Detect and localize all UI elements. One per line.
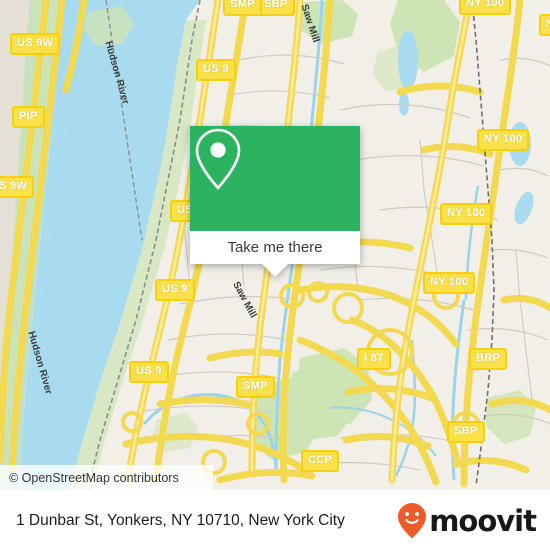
road-shield[interactable]: NY 100: [423, 272, 476, 294]
road-shield[interactable]: US 9: [196, 59, 236, 81]
road-shield[interactable]: I 87: [357, 348, 391, 370]
road-shield[interactable]: US 9: [129, 361, 169, 383]
take-me-there-button[interactable]: Take me there: [190, 231, 360, 264]
road-shield[interactable]: CCP: [301, 450, 340, 472]
road-shield[interactable]: NY 100: [539, 14, 550, 36]
popup-header: [190, 126, 360, 231]
road-shield[interactable]: BRP: [469, 348, 508, 370]
road-shield[interactable]: SBP: [257, 0, 295, 16]
road-shield[interactable]: S 9W: [0, 176, 35, 198]
map-screen: US 9W PIP S 9W US 9 US 9 US 9 US 9 SBP S…: [0, 0, 550, 550]
map-canvas[interactable]: US 9W PIP S 9W US 9 US 9 US 9 US 9 SBP S…: [0, 0, 550, 490]
address-footer: 1 Dunbar St, Yonkers, NY 10710, New York…: [0, 490, 550, 550]
road-shield[interactable]: NY 100: [459, 0, 512, 15]
address-text: 1 Dunbar St, Yonkers, NY 10710, New York…: [16, 511, 345, 529]
moovit-wordmark: moovit: [429, 503, 537, 538]
road-shield[interactable]: NY 100: [440, 203, 493, 225]
moovit-pin-icon: [398, 502, 427, 538]
road-shield[interactable]: US 9: [155, 279, 195, 301]
popup-pointer: [262, 264, 288, 277]
map-attribution[interactable]: © OpenStreetMap contributors: [0, 465, 213, 490]
road-shield[interactable]: US 9W: [10, 33, 61, 55]
location-popup-card[interactable]: Take me there: [190, 126, 360, 277]
road-shield[interactable]: SBP: [447, 421, 485, 443]
road-shield[interactable]: NY 100: [477, 129, 530, 151]
road-shield[interactable]: SMP: [236, 376, 275, 398]
map-pin-icon: [195, 128, 241, 190]
moovit-logo[interactable]: moovit: [397, 502, 537, 540]
road-shield[interactable]: SMP: [223, 0, 262, 16]
road-shield[interactable]: PIP: [12, 106, 45, 128]
